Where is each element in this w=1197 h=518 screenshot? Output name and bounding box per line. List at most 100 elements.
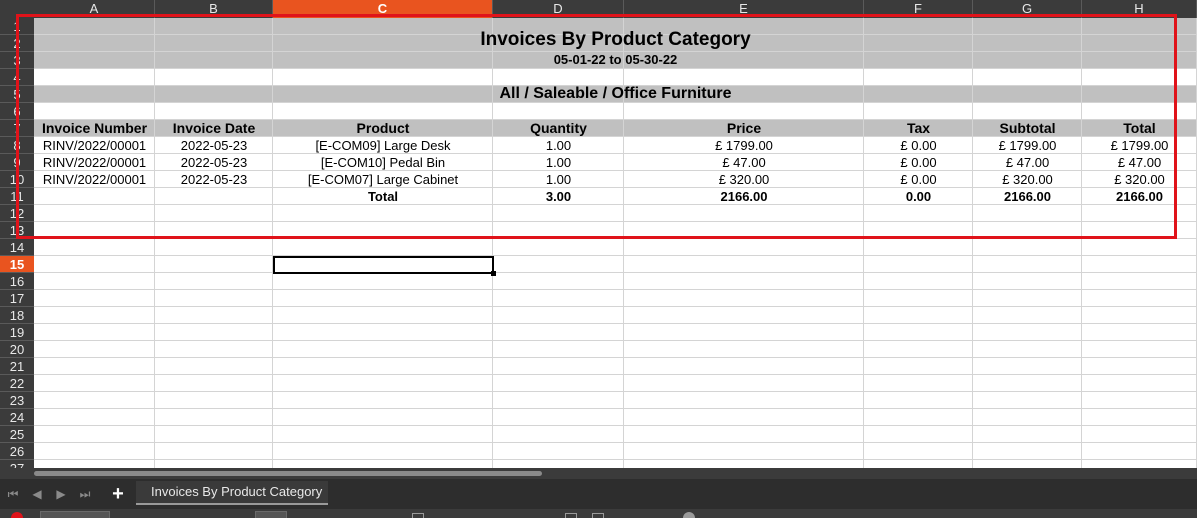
row-header-20[interactable]: 20 (0, 341, 34, 358)
previous-sheet-icon[interactable]: ◀ (30, 486, 44, 502)
invoice-line-cell[interactable]: RINV/2022/00001 (34, 171, 155, 188)
totals-cell[interactable]: 2166.00 (1082, 188, 1197, 205)
spreadsheet-grid[interactable]: Invoices By Product Category 05-01-22 to… (34, 18, 1197, 468)
invoice-line-cell[interactable]: RINV/2022/00001 (34, 154, 155, 171)
invoice-line-cell[interactable]: £ 0.00 (864, 171, 973, 188)
totals-cell[interactable]: 2166.00 (973, 188, 1082, 205)
invoice-line-cell[interactable]: £ 47.00 (624, 154, 864, 171)
column-heading-cell[interactable]: Product (273, 120, 493, 137)
sheet-tab-bar: ⏮ ◀ ▶ ⏭ + Invoices By Product Category (0, 479, 1197, 509)
row-header-17[interactable]: 17 (0, 290, 34, 307)
row-header-26[interactable]: 26 (0, 443, 34, 460)
row-header-1[interactable]: 1 (0, 18, 34, 35)
row-header-25[interactable]: 25 (0, 426, 34, 443)
status-bar (0, 509, 1197, 518)
row-header-21[interactable]: 21 (0, 358, 34, 375)
row-header-5[interactable]: 5 (0, 86, 34, 103)
column-header-a[interactable]: A (34, 0, 155, 18)
column-header-c[interactable]: C (273, 0, 493, 18)
invoice-line-cell[interactable]: £ 1799.00 (624, 137, 864, 154)
row-header-16[interactable]: 16 (0, 273, 34, 290)
invoice-line-cell[interactable]: £ 320.00 (973, 171, 1082, 188)
first-sheet-icon[interactable]: ⏮ (6, 486, 20, 502)
invoice-line-cell[interactable]: £ 47.00 (1082, 154, 1197, 171)
invoice-line-cell[interactable]: 1.00 (493, 154, 624, 171)
row-header-24[interactable]: 24 (0, 409, 34, 426)
row-header-27[interactable]: 27 (0, 460, 34, 468)
invoice-line-cell[interactable]: £ 0.00 (864, 137, 973, 154)
next-sheet-icon[interactable]: ▶ (54, 486, 68, 502)
column-header-h[interactable]: H (1082, 0, 1197, 18)
row-header-19[interactable]: 19 (0, 324, 34, 341)
column-heading-cell[interactable]: Tax (864, 120, 973, 137)
totals-cell[interactable]: 3.00 (493, 188, 624, 205)
row-header-4[interactable]: 4 (0, 69, 34, 86)
invoice-line-cell[interactable]: 2022-05-23 (155, 137, 273, 154)
invoice-line-cell[interactable]: [E-COM09] Large Desk (273, 137, 493, 154)
row-header-8[interactable]: 8 (0, 137, 34, 154)
scrollbar-thumb[interactable] (34, 471, 542, 476)
record-macro-icon[interactable] (11, 512, 23, 518)
row-header-11[interactable]: 11 (0, 188, 34, 205)
selected-cell-c15[interactable] (273, 256, 496, 276)
grid-row-line (34, 408, 1197, 409)
report-title: Invoices By Product Category (480, 29, 751, 50)
row-header-12[interactable]: 12 (0, 205, 34, 222)
row-header-23[interactable]: 23 (0, 392, 34, 409)
column-header-b[interactable]: B (155, 0, 273, 18)
row-header-9[interactable]: 9 (0, 154, 34, 171)
zoom-slider-icon[interactable] (683, 512, 695, 518)
row-header-18[interactable]: 18 (0, 307, 34, 324)
checkbox-icon[interactable] (592, 513, 604, 518)
invoice-line-cell[interactable]: [E-COM10] Pedal Bin (273, 154, 493, 171)
horizontal-scrollbar[interactable] (0, 468, 1197, 479)
row-header-10[interactable]: 10 (0, 171, 34, 188)
row-header-6[interactable]: 6 (0, 103, 34, 120)
invoice-line-cell[interactable]: £ 1799.00 (973, 137, 1082, 154)
row-header-22[interactable]: 22 (0, 375, 34, 392)
totals-cell[interactable] (155, 188, 273, 205)
row-header-7[interactable]: 7 (0, 120, 34, 137)
column-heading-cell[interactable]: Subtotal (973, 120, 1082, 137)
column-heading-cell[interactable]: Total (1082, 120, 1197, 137)
column-header-g[interactable]: G (973, 0, 1082, 18)
row-header-bar: 1 2 3 4 5 6 7 8 9 10 11 12 13 14 15 16 17 18 19 20 21 22 23 24 2… (0, 18, 34, 468)
invoice-line-cell[interactable]: 1.00 (493, 137, 624, 154)
column-header-e[interactable]: E (624, 0, 864, 18)
column-heading-cell[interactable]: Price (624, 120, 864, 137)
row-header-3[interactable]: 3 (0, 52, 34, 69)
invoice-line-cell[interactable]: £ 47.00 (973, 154, 1082, 171)
grid-row-line (34, 272, 1197, 273)
invoice-line-cell[interactable]: £ 320.00 (1082, 171, 1197, 188)
column-heading-cell[interactable]: Invoice Number (34, 120, 155, 137)
grid-row-line (34, 221, 1197, 222)
row-header-2[interactable]: 2 (0, 35, 34, 52)
checkbox-icon[interactable] (412, 513, 424, 518)
add-sheet-icon[interactable]: + (108, 484, 128, 504)
row-header-15[interactable]: 15 (0, 256, 34, 273)
invoice-line-cell[interactable]: £ 1799.00 (1082, 137, 1197, 154)
invoice-line-cell[interactable]: RINV/2022/00001 (34, 137, 155, 154)
totals-cell[interactable] (34, 188, 155, 205)
grid-row-line (34, 459, 1197, 460)
column-heading-cell[interactable]: Quantity (493, 120, 624, 137)
column-heading-cell[interactable]: Invoice Date (155, 120, 273, 137)
grid-row-line (34, 289, 1197, 290)
totals-cell[interactable]: 2166.00 (624, 188, 864, 205)
totals-cell[interactable]: Total (273, 188, 493, 205)
column-header-d[interactable]: D (493, 0, 624, 18)
invoice-line-cell[interactable]: 2022-05-23 (155, 154, 273, 171)
row-header-13[interactable]: 13 (0, 222, 34, 239)
invoice-line-cell[interactable]: 2022-05-23 (155, 171, 273, 188)
sheet-tab-invoices[interactable]: Invoices By Product Category (136, 481, 328, 505)
totals-cell[interactable]: 0.00 (864, 188, 973, 205)
invoice-line-cell[interactable]: £ 0.00 (864, 154, 973, 171)
checkbox-icon[interactable] (565, 513, 577, 518)
invoice-line-cell[interactable]: [E-COM07] Large Cabinet (273, 171, 493, 188)
invoice-line-cell[interactable]: £ 320.00 (624, 171, 864, 188)
grid-row-line (34, 238, 1197, 239)
column-header-f[interactable]: F (864, 0, 973, 18)
invoice-line-cell[interactable]: 1.00 (493, 171, 624, 188)
row-header-14[interactable]: 14 (0, 239, 34, 256)
last-sheet-icon[interactable]: ⏭ (78, 486, 92, 502)
